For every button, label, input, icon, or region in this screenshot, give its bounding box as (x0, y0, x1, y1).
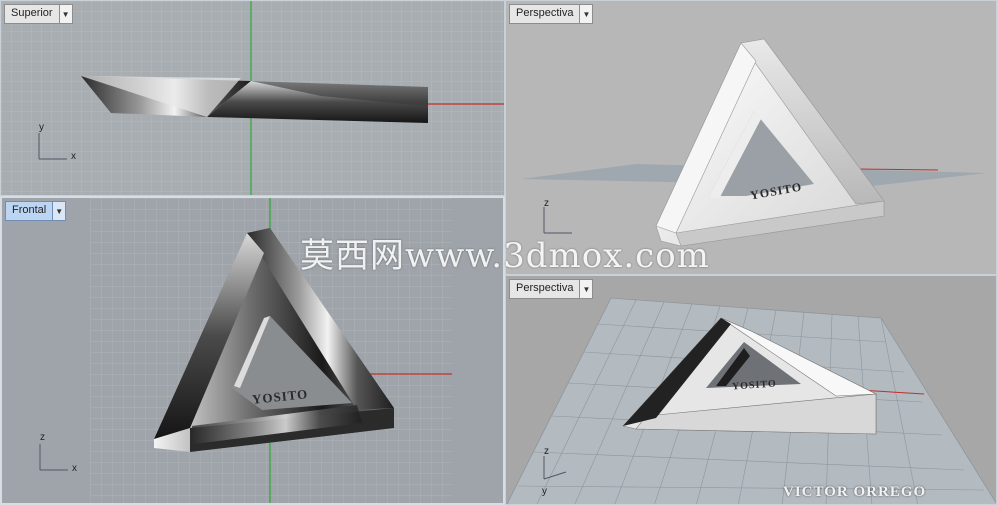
viewport-top[interactable]: Superior ▼ y x (0, 0, 505, 196)
axis-label-y: y (39, 122, 44, 133)
axis-label-z: z (544, 198, 549, 209)
viewport-title-tab[interactable]: Frontal ▼ (5, 201, 67, 221)
chevron-down-icon[interactable]: ▼ (52, 202, 66, 220)
viewport-title-tab[interactable]: Perspectiva ▼ (509, 4, 594, 24)
chevron-down-icon[interactable]: ▼ (579, 280, 593, 298)
author-signature: VICTOR ORREGO (783, 484, 927, 500)
watermark-text: 莫西网www.3dmox.com (300, 236, 710, 276)
top-viewport-canvas[interactable] (1, 1, 505, 196)
viewport-title-tab[interactable]: Superior ▼ (4, 4, 73, 24)
viewport-title: Superior (11, 7, 53, 19)
axis-label-x: x (72, 463, 77, 474)
model-perspective-1 (655, 38, 885, 247)
viewport-title: Perspectiva (516, 7, 574, 19)
axis-gizmo (39, 444, 68, 471)
viewport-perspective-2[interactable]: YOSITO Perspectiva ▼ z y (505, 275, 997, 505)
axis-label-z: z (544, 446, 549, 457)
viewport-title: Frontal (12, 204, 47, 216)
viewport-title-tab[interactable]: Perspectiva ▼ (509, 279, 594, 299)
axis-label-y: y (542, 486, 547, 497)
chevron-down-icon[interactable]: ▼ (58, 5, 72, 23)
axis-label-x: x (71, 151, 76, 162)
axis-label-z: z (40, 432, 45, 443)
viewport-title: Perspectiva (516, 282, 574, 294)
chevron-down-icon[interactable]: ▼ (579, 5, 593, 23)
